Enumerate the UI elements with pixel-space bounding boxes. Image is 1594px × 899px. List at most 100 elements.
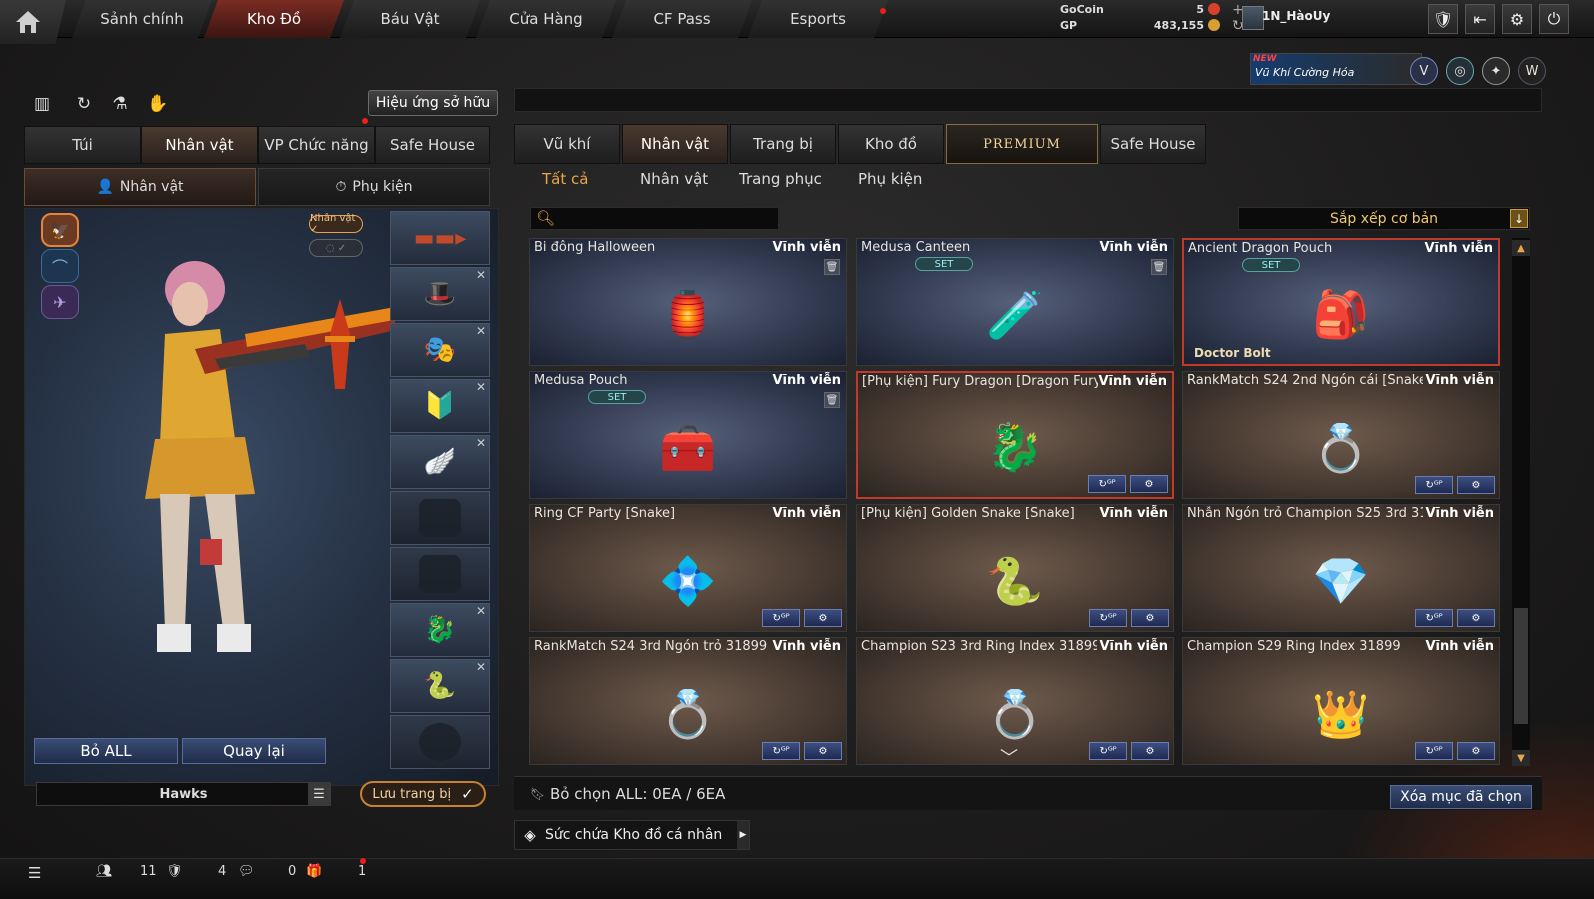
filter-costume[interactable]: Trang phục bbox=[739, 170, 822, 188]
tab-safe-house[interactable]: Safe House bbox=[375, 126, 490, 164]
convert-gp-button[interactable]: ↻ᴳᴾ bbox=[1088, 475, 1126, 493]
friends-icon[interactable]: 👥︎ bbox=[96, 864, 113, 879]
remove-all-button[interactable]: Bỏ ALL bbox=[34, 738, 178, 764]
character-swap-icon[interactable]: ⚗ bbox=[108, 92, 132, 116]
shield-icon[interactable]: 🛡 bbox=[166, 864, 183, 879]
subtab-nhan-vat[interactable]: 👤 Nhân vật bbox=[24, 168, 256, 206]
item-card[interactable]: [Phụ kiện] Golden Snake [Snake] Vĩnh viễ… bbox=[856, 504, 1174, 632]
filter-all[interactable]: Tất cả bbox=[542, 170, 588, 188]
tab-vu-khi[interactable]: Vũ khí bbox=[514, 124, 620, 164]
tab-safe-house[interactable]: Safe House bbox=[1100, 124, 1206, 164]
item-card[interactable]: Nhẫn Ngón trỏ Champion S25 3rd 31899 Vĩn… bbox=[1182, 504, 1500, 632]
slot-empty[interactable] bbox=[390, 715, 490, 769]
avatar[interactable] bbox=[1242, 6, 1264, 30]
convert-gp-button[interactable]: ↻ᴳᴾ bbox=[1089, 742, 1127, 760]
tab-sanh-chinh[interactable]: Sảnh chính bbox=[72, 0, 212, 38]
close-icon[interactable]: ✕ bbox=[476, 604, 486, 618]
slot-ring[interactable]: 🐍 ✕ bbox=[390, 659, 490, 713]
tab-vp-chuc-nang[interactable]: VP Chức năng bbox=[258, 126, 375, 164]
scrollbar[interactable]: ▲ ▼ bbox=[1512, 238, 1530, 766]
convert-gp-button[interactable]: ↻ᴳᴾ bbox=[1415, 742, 1453, 760]
item-card[interactable]: RankMatch S24 2nd Ngón cái [Snake] Vĩnh … bbox=[1182, 371, 1500, 499]
trash-icon[interactable]: 🗑 bbox=[824, 259, 840, 275]
history-icon[interactable]: ↻ bbox=[72, 92, 96, 116]
slot-backpack[interactable] bbox=[390, 547, 490, 601]
close-icon[interactable]: ✕ bbox=[476, 380, 486, 394]
gear-icon[interactable]: ⚙ bbox=[804, 609, 842, 627]
scroll-thumb[interactable] bbox=[1514, 608, 1528, 724]
scroll-up-icon[interactable]: ▲ bbox=[1512, 240, 1530, 256]
gear-icon[interactable]: ⚙ bbox=[1130, 475, 1168, 493]
glove-icon[interactable]: ✋ bbox=[146, 92, 170, 116]
back-button[interactable]: Quay lại bbox=[182, 738, 326, 764]
filter-accessory[interactable]: Phụ kiện bbox=[858, 170, 922, 188]
delete-selected-button[interactable]: Xóa mục đã chọn bbox=[1390, 785, 1532, 809]
eagle-faction-icon[interactable]: 🦅 bbox=[41, 213, 79, 247]
save-loadout-button[interactable]: Lưu trang bị ✓ bbox=[360, 781, 486, 807]
ranking-icon[interactable]: ▥ bbox=[30, 92, 54, 116]
wing-faction-icon[interactable]: ⌒ bbox=[41, 249, 79, 283]
tab-esports[interactable]: Esports bbox=[748, 0, 888, 38]
vip-icon[interactable]: V bbox=[1410, 57, 1438, 85]
tab-nhan-vat[interactable]: Nhân vật bbox=[622, 124, 728, 164]
bookmark-icon[interactable]: 🔖︎ bbox=[530, 787, 545, 801]
close-icon[interactable]: ✕ bbox=[476, 436, 486, 450]
slot-vest[interactable] bbox=[390, 491, 490, 545]
slot-mask[interactable]: 🎭 ✕ bbox=[390, 323, 490, 377]
compass-icon[interactable]: ✦ bbox=[1482, 57, 1510, 85]
chevron-down-icon[interactable]: ﹀ bbox=[1000, 744, 1018, 770]
home-button[interactable] bbox=[0, 0, 66, 44]
trash-icon[interactable]: 🗑 bbox=[824, 392, 840, 408]
gift-icon[interactable]: 🎁 bbox=[306, 864, 322, 879]
tab-trang-bi[interactable]: Trang bị bbox=[730, 124, 836, 164]
bird-faction-icon[interactable]: ✈ bbox=[41, 285, 79, 319]
tab-cua-hang[interactable]: Cửa Hàng bbox=[476, 0, 616, 38]
convert-gp-button[interactable]: ↻ᴳᴾ bbox=[1415, 609, 1453, 627]
item-card[interactable]: Ancient Dragon Pouch Vĩnh viễn SET 🎒 Doc… bbox=[1182, 238, 1500, 366]
slot-wings[interactable]: 🪽 ✕ bbox=[390, 435, 490, 489]
deselect-all-text[interactable]: Bỏ chọn ALL: 0EA / 6EA bbox=[550, 785, 725, 803]
convert-gp-button[interactable]: ↻ᴳᴾ bbox=[1089, 609, 1127, 627]
tab-tui[interactable]: Túi bbox=[24, 126, 141, 164]
close-icon[interactable]: ✕ bbox=[476, 268, 486, 282]
search-input[interactable]: 🔍︎ bbox=[530, 207, 779, 230]
item-card[interactable]: [Phụ kiện] Fury Dragon [Dragon Fury] Vĩn… bbox=[856, 371, 1174, 499]
close-icon[interactable]: ✕ bbox=[476, 324, 486, 338]
item-card[interactable]: Bi đông Halloween Vĩnh viễn 🗑 🏮 bbox=[529, 238, 847, 366]
item-card[interactable]: Ring CF Party [Snake] Vĩnh viễn 💠 ↻ᴳᴾ ⚙ bbox=[529, 504, 847, 632]
convert-gp-button[interactable]: ↻ᴳᴾ bbox=[762, 609, 800, 627]
gear-icon[interactable]: ⚙ bbox=[1502, 4, 1532, 34]
tab-nhan-vat[interactable]: Nhân vật bbox=[141, 126, 258, 164]
item-card[interactable]: Medusa Canteen Vĩnh viễn SET 🗑 🧪 bbox=[856, 238, 1174, 366]
gear-icon[interactable]: ⚙ bbox=[1131, 742, 1169, 760]
globe-icon[interactable]: ◎ bbox=[1446, 57, 1474, 85]
close-icon[interactable]: ✕ bbox=[476, 660, 486, 674]
slot-weapon[interactable]: ▬▬▸ bbox=[390, 211, 490, 265]
gear-icon[interactable]: ⚙ bbox=[804, 742, 842, 760]
character-badge[interactable]: Nhân vật ✓ bbox=[309, 213, 363, 235]
trash-icon[interactable]: 🗑 bbox=[1151, 259, 1167, 275]
tab-bau-vat[interactable]: Báu Vật bbox=[340, 0, 480, 38]
capacity-button[interactable]: ◈ Sức chứa Kho đồ cá nhân ▶ bbox=[514, 820, 750, 850]
promo-banner[interactable]: NEW Vũ Khí Cường Hóa bbox=[1250, 53, 1422, 85]
scroll-down-icon[interactable]: ▼ bbox=[1512, 750, 1530, 766]
slot-hat[interactable]: 🎩 ✕ bbox=[390, 267, 490, 321]
rank-shield-icon[interactable]: 🛡 bbox=[1428, 4, 1458, 34]
item-card[interactable]: Medusa Pouch Vĩnh viễn SET 🗑 🧰 bbox=[529, 371, 847, 499]
item-card[interactable]: Champion S29 Ring Index 31899 Vĩnh viễn … bbox=[1182, 637, 1500, 765]
list-icon[interactable]: ☰ bbox=[28, 864, 41, 882]
slot-accessory[interactable]: 🐉 ✕ bbox=[390, 603, 490, 657]
subtab-phu-kien[interactable]: ⏱ Phụ kiện bbox=[258, 168, 490, 206]
tab-kho-do[interactable]: Kho đồ bbox=[838, 124, 944, 164]
gear-icon[interactable]: ⚙ bbox=[1131, 609, 1169, 627]
menu-icon[interactable]: ☰ bbox=[308, 783, 330, 805]
tab-premium[interactable]: PREMIUM bbox=[946, 124, 1098, 164]
item-card[interactable]: RankMatch S24 3rd Ngón trỏ 31899 Vĩnh vi… bbox=[529, 637, 847, 765]
convert-gp-button[interactable]: ↻ᴳᴾ bbox=[1415, 476, 1453, 494]
gear-icon[interactable]: ⚙ bbox=[1457, 742, 1495, 760]
sort-arrow-icon[interactable]: ↓ bbox=[1510, 209, 1528, 228]
clan-name-field[interactable]: Hawks bbox=[36, 782, 331, 806]
convert-gp-button[interactable]: ↻ᴳᴾ bbox=[762, 742, 800, 760]
sort-dropdown[interactable]: Sắp xếp cơ bản bbox=[1238, 207, 1530, 230]
chat-icon[interactable]: 💬︎ bbox=[238, 864, 255, 879]
